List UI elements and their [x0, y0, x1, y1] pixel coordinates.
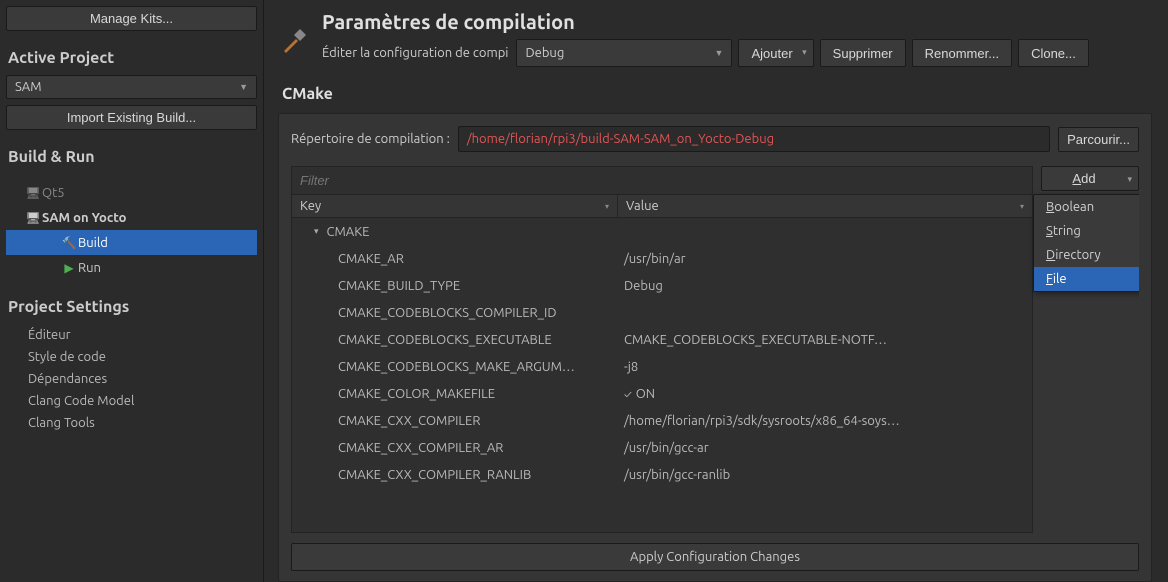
- cell-key: CMAKE_CXX_COMPILER: [338, 414, 480, 428]
- build-dir-input[interactable]: /home/florian/rpi3/build-SAM-SAM_on_Yoct…: [458, 126, 1050, 152]
- table-row[interactable]: CMAKE_CXX_COMPILER_AR/usr/bin/gcc-ar: [292, 434, 1032, 461]
- cell-value: /usr/bin/gcc-ar: [624, 441, 709, 455]
- ps-item[interactable]: Clang Code Model: [6, 390, 257, 412]
- cell-value: /home/florian/rpi3/sdk/sysroots/x86_64-s…: [624, 414, 900, 428]
- cell-value: /usr/bin/ar: [624, 252, 686, 266]
- cell-key: CMAKE_BUILD_TYPE: [338, 279, 460, 293]
- cell-value: CMAKE_CODEBLOCKS_EXECUTABLE-NOTF…: [624, 333, 887, 347]
- clone-config-button[interactable]: Clone...: [1018, 39, 1089, 67]
- add-menu-item[interactable]: File: [1034, 267, 1139, 291]
- hammer-icon: 🔨: [60, 236, 78, 250]
- project-settings-title: Project Settings: [8, 298, 257, 316]
- apply-button[interactable]: Apply Configuration Changes: [291, 543, 1139, 571]
- chevron-down-icon: ▾: [605, 202, 609, 211]
- cell-value: -j8: [624, 360, 638, 374]
- delete-config-button[interactable]: Supprimer: [820, 39, 906, 67]
- table-row[interactable]: CMAKE_BUILD_TYPE Debug: [292, 272, 1032, 299]
- table-side: Add Boolean String Directory File Advanc…: [1041, 166, 1139, 533]
- sidebar: Manage Kits... Active Project SAM ▼ Impo…: [0, 0, 264, 582]
- build-run-title: Build & Run: [8, 148, 257, 166]
- add-config-button[interactable]: Ajouter: [738, 39, 813, 67]
- check-icon: ✓: [624, 389, 632, 401]
- add-menu-item[interactable]: String: [1034, 219, 1139, 243]
- add-menu: Boolean String Directory File: [1033, 194, 1139, 292]
- table-row[interactable]: CMAKE_AR/usr/bin/ar: [292, 245, 1032, 272]
- table-row[interactable]: ▾ CMAKE: [292, 218, 1032, 245]
- monitor-icon: 🖥: [24, 211, 42, 225]
- chevron-down-icon: ▾: [1020, 202, 1024, 211]
- kit-tree: 🖥 Qt5 🖥 SAM on Yocto 🔨 Build ▶ Run: [6, 180, 257, 280]
- chevron-down-icon: ▼: [239, 82, 248, 92]
- expander-icon[interactable]: ▾: [314, 226, 319, 237]
- col-key[interactable]: Key ▾: [292, 195, 618, 217]
- project-select-value: SAM: [15, 80, 42, 94]
- ps-item[interactable]: Éditeur: [6, 324, 257, 346]
- table-row[interactable]: CMAKE_CXX_COMPILER_RANLIB/usr/bin/gcc-ra…: [292, 461, 1032, 488]
- cell-key: CMAKE_CODEBLOCKS_COMPILER_ID: [338, 306, 557, 320]
- col-value[interactable]: Value ▾: [618, 195, 1032, 217]
- kit-label: SAM on Yocto: [42, 211, 126, 225]
- cell-key: CMAKE_CXX_COMPILER_RANLIB: [338, 468, 531, 482]
- browse-button[interactable]: Parcourir...: [1058, 127, 1139, 152]
- ps-item[interactable]: Dépendances: [6, 368, 257, 390]
- run-label: Run: [78, 261, 101, 275]
- add-var-button[interactable]: Add: [1041, 166, 1139, 191]
- build-node[interactable]: 🔨 Build: [6, 230, 257, 255]
- cmake-title: CMake: [282, 85, 1152, 103]
- cell-value: Debug: [624, 279, 663, 293]
- project-select[interactable]: SAM ▼: [6, 75, 257, 99]
- table-body[interactable]: ▾CMAKECMAKE_AR/usr/bin/arCMAKE_BUILD_TYP…: [292, 218, 1032, 532]
- ps-item[interactable]: Style de code: [6, 346, 257, 368]
- config-select-value: Debug: [525, 46, 564, 60]
- cell-value: /usr/bin/gcc-ranlib: [624, 468, 730, 482]
- chevron-down-icon: ▼: [715, 48, 724, 58]
- kit-item[interactable]: 🖥 SAM on Yocto: [6, 205, 257, 230]
- table-row[interactable]: CMAKE_CODEBLOCKS_COMPILER_ID: [292, 299, 1032, 326]
- cell-key: CMAKE: [327, 225, 370, 239]
- filter-input[interactable]: [292, 167, 1032, 195]
- ps-item[interactable]: Clang Tools: [6, 412, 257, 434]
- config-select[interactable]: Debug ▼: [516, 39, 732, 67]
- cell-value: ON: [636, 387, 655, 401]
- import-build-button[interactable]: Import Existing Build...: [6, 105, 257, 130]
- cmake-pane: Répertoire de compilation : /home/floria…: [278, 113, 1152, 582]
- edit-config-label: Éditer la configuration de compi: [322, 46, 508, 60]
- run-node[interactable]: ▶ Run: [6, 255, 257, 280]
- cell-key: CMAKE_COLOR_MAKEFILE: [338, 387, 495, 401]
- add-menu-item[interactable]: Boolean: [1034, 195, 1139, 219]
- kit-item[interactable]: 🖥 Qt5: [6, 180, 257, 205]
- rename-config-button[interactable]: Renommer...: [912, 39, 1012, 67]
- manage-kits-button[interactable]: Manage Kits...: [6, 6, 257, 31]
- table-header: Key ▾ Value ▾: [292, 195, 1032, 218]
- build-dir-label: Répertoire de compilation :: [291, 132, 450, 146]
- table-row[interactable]: CMAKE_COLOR_MAKEFILE ✓ ON: [292, 380, 1032, 407]
- cell-key: CMAKE_AR: [338, 252, 404, 266]
- cell-key: CMAKE_CODEBLOCKS_MAKE_ARGUM…: [338, 360, 575, 374]
- project-settings-list: Éditeur Style de code Dépendances Clang …: [6, 324, 257, 434]
- cell-key: CMAKE_CXX_COMPILER_AR: [338, 441, 503, 455]
- active-project-title: Active Project: [8, 49, 257, 67]
- build-label: Build: [78, 236, 108, 250]
- cmake-table: Key ▾ Value ▾ ▾CMAKECMAKE_AR/usr/bin/arC…: [291, 166, 1033, 533]
- add-menu-item[interactable]: Directory: [1034, 243, 1139, 267]
- table-row[interactable]: CMAKE_CODEBLOCKS_EXECUTABLE CMAKE_CODEBLO…: [292, 326, 1032, 353]
- main-pane: Paramètres de compilation Éditer la conf…: [264, 0, 1168, 582]
- hammer-icon: [278, 25, 310, 57]
- page-title: Paramètres de compilation: [322, 10, 1152, 33]
- play-icon: ▶: [60, 261, 78, 275]
- cell-key: CMAKE_CODEBLOCKS_EXECUTABLE: [338, 333, 552, 347]
- table-row[interactable]: CMAKE_CXX_COMPILER/home/florian/rpi3/sdk…: [292, 407, 1032, 434]
- monitor-icon: 🖥: [24, 186, 42, 200]
- kit-label: Qt5: [42, 186, 65, 200]
- table-row[interactable]: CMAKE_CODEBLOCKS_MAKE_ARGUM… -j8: [292, 353, 1032, 380]
